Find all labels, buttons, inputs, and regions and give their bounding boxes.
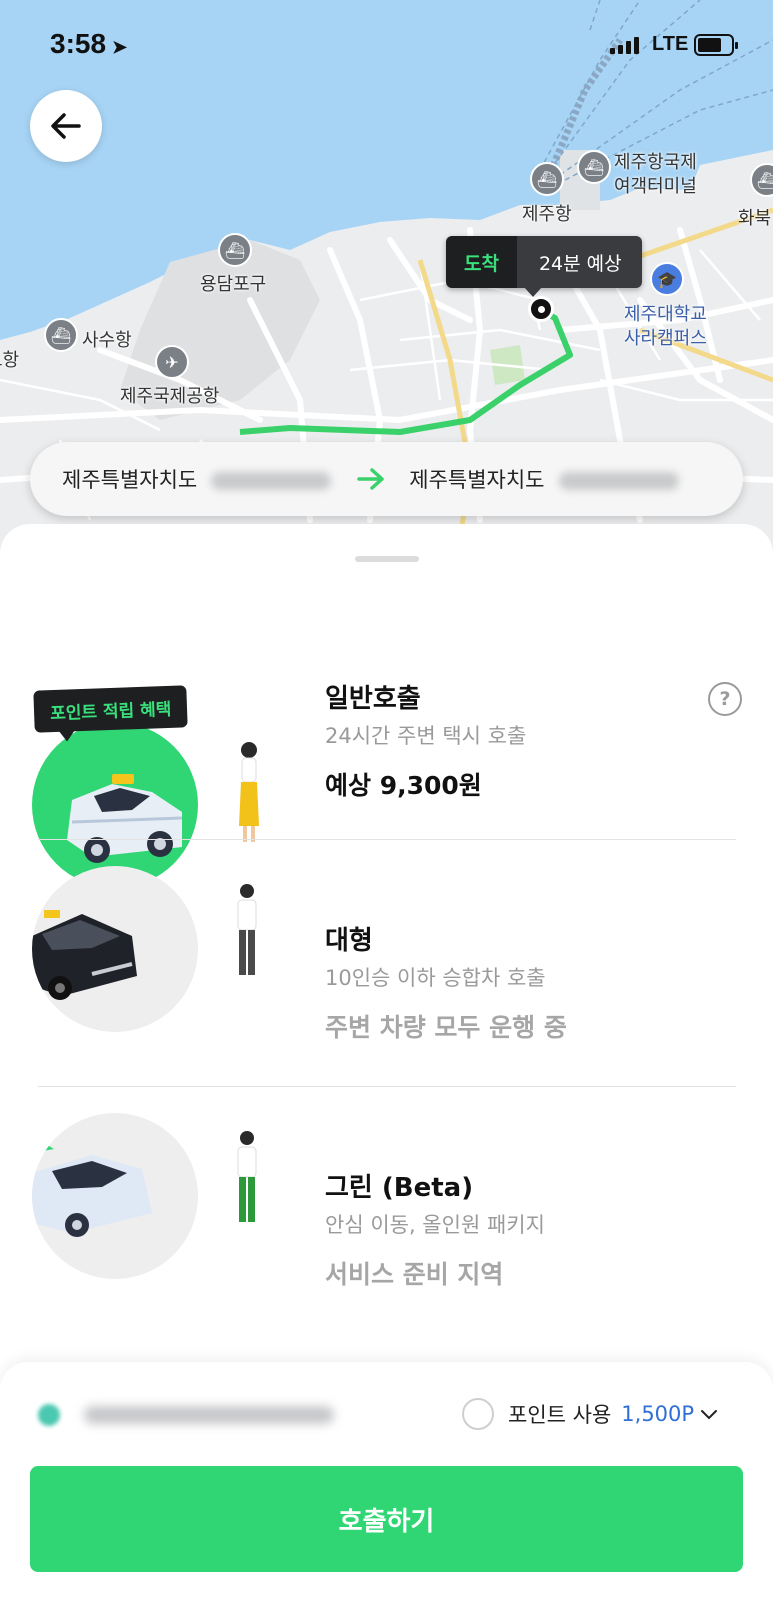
battery-icon [694,34,738,56]
option-title: 그린 (Beta) [325,1173,474,1203]
airport-icon: ✈ [155,345,189,379]
option-subtitle: 안심 이동, 올인원 패키지 [325,1213,545,1237]
payment-panel: 포인트 사용 1,500P 호출하기 [0,1362,773,1600]
map-label-edge: 도항 [0,350,20,371]
arrival-tooltip: 도착 24분 예상 [446,236,642,288]
route-destination-redacted [558,472,679,490]
passenger-man-icon [237,1131,257,1222]
option-status: 서비스 준비 지역 [325,1260,504,1289]
map-label-port-terminal-1: 제주항국제 [614,152,697,173]
option-title: 일반호출 [325,684,421,714]
arrival-eta: 24분 예상 [516,236,642,288]
passenger-woman-icon [239,742,259,842]
ferry-icon: ⛴ [530,162,564,196]
sheet-drag-handle[interactable] [355,556,419,562]
map-view[interactable]: ⛴ ⛴ ⛴ ⛴ ⛴ ✈ 🎓 제주항국제 여객터미널 제주항 화북 용담포구 사수… [0,0,773,560]
network-type: LTE [652,33,689,55]
ride-option-general[interactable]: 포인트 적립 혜택 일반호출 24시간 주변 택시 호출 예상 9,300원 ? [0,594,773,888]
points-badge: 포인트 적립 혜택 [33,685,189,733]
map-label-yongdampogu: 용담포구 [200,274,267,295]
ferry-icon: ⛴ [577,150,611,184]
option-fare: 예상 9,300원 [325,771,482,800]
map-label-university-2: 사라캠퍼스 [624,328,707,349]
university-icon: 🎓 [650,262,684,296]
ride-option-large[interactable]: 대형 10인승 이하 승합차 호출 주변 차량 모두 운행 중 [0,840,773,1086]
points-label: 포인트 사용 [508,1403,612,1427]
arrow-left-icon [51,113,81,139]
option-subtitle: 10인승 이하 승합차 호출 [325,966,546,990]
route-summary[interactable]: 제주특별자치도 제주특별자치도 [30,442,743,516]
location-arrow-icon: ➤ [112,37,128,57]
card-icon [38,1404,60,1426]
ferry-icon: ⛴ [44,318,78,352]
map-label-university-1: 제주대학교 [624,304,707,325]
chevron-down-icon[interactable] [700,1408,718,1420]
points-value: 1,500P [621,1402,695,1426]
help-icon[interactable]: ? [708,682,742,716]
ferry-icon: ⛴ [218,233,252,267]
route-origin-redacted [211,472,332,490]
points-toggle[interactable]: 포인트 사용 1,500P [462,1398,718,1430]
route-origin: 제주특별자치도 [62,464,332,494]
green-car-illustration [32,1113,198,1279]
option-title: 대형 [325,926,373,956]
route-destination-text: 제주특별자치도 [409,468,545,492]
option-status: 주변 차량 모두 운행 중 [325,1013,567,1042]
map-label-airport: 제주국제공항 [120,386,220,407]
option-subtitle: 24시간 주변 택시 호출 [325,724,527,748]
passenger-man-icon [237,884,257,975]
status-time: 3:58 ➤ [50,28,127,60]
status-time-text: 3:58 [50,28,107,59]
payment-method-redacted [84,1406,334,1424]
call-button[interactable]: 호출하기 [30,1466,743,1572]
back-button[interactable] [30,90,102,162]
van-illustration [32,866,198,1032]
signal-icon [610,36,639,54]
route-destination: 제주특별자치도 [409,464,679,494]
status-bar: 3:58 ➤ LTE [0,0,773,90]
arrow-right-icon [357,468,384,490]
arrival-tag: 도착 [446,236,517,288]
destination-pin-icon [528,296,554,322]
ride-option-green[interactable]: 그린 (Beta) 안심 이동, 올인원 패키지 서비스 준비 지역 [0,1087,773,1333]
points-radio[interactable] [462,1398,494,1430]
route-origin-text: 제주특별자치도 [62,468,198,492]
map-label-port-terminal-2: 여객터미널 [614,176,697,197]
map-label-sasuhang: 사수항 [82,330,132,351]
map-label-jeju-port: 제주항 [522,204,572,225]
payment-method-selector[interactable] [38,1404,334,1426]
map-label-hwabuk: 화북 [738,208,772,229]
